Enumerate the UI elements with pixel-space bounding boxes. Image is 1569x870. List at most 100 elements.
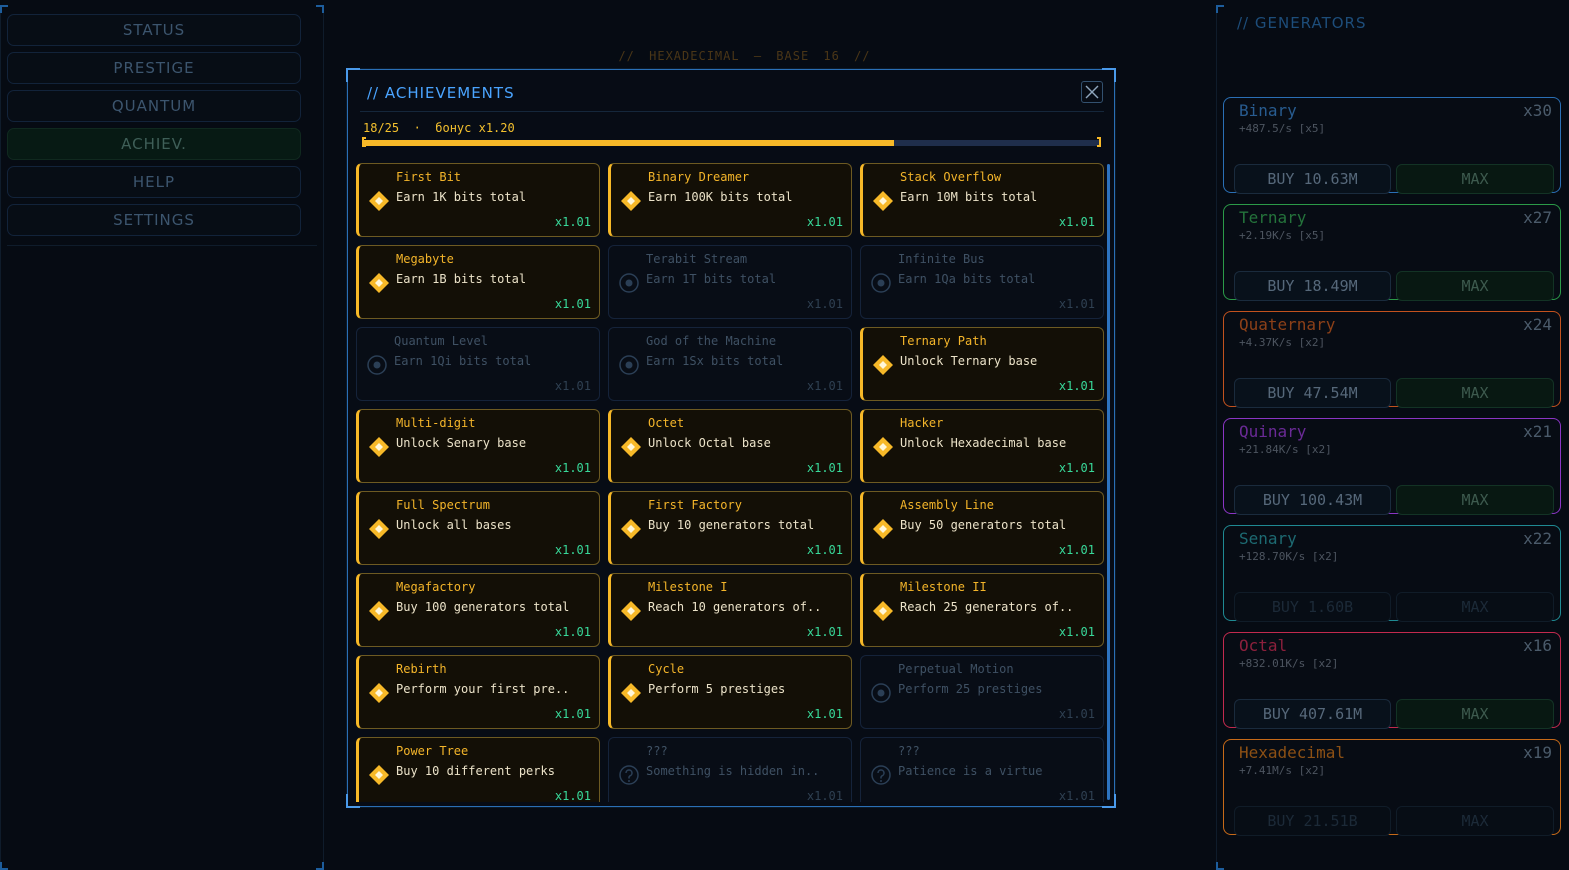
diamond-icon	[369, 437, 389, 457]
achievement-card[interactable]: Terabit Stream Earn 1T bits total x1.01	[608, 245, 852, 319]
achievement-description: Earn 1Qa bits total	[898, 272, 1036, 286]
achievement-card[interactable]: Stack Overflow Earn 10M bits total x1.01	[860, 163, 1104, 237]
achievement-card[interactable]: Megafactory Buy 100 generators total x1.01	[356, 573, 600, 647]
generator-card-ternary: Ternary x27 +2.19K/s [x5] BUY 18.49M MAX	[1223, 204, 1561, 301]
buy-button[interactable]: BUY 100.43M	[1234, 485, 1391, 515]
locked-circle-icon	[871, 273, 891, 293]
achievement-card[interactable]: Binary Dreamer Earn 100K bits total x1.01	[608, 163, 852, 237]
achievement-description: Earn 1K bits total	[396, 190, 527, 204]
achievement-card[interactable]: Infinite Bus Earn 1Qa bits total x1.01	[860, 245, 1104, 319]
diamond-icon	[873, 437, 893, 457]
achievement-description: Earn 1Qi bits total	[394, 354, 532, 368]
achievement-card[interactable]: ??? Patience is a virtue x1.01	[860, 737, 1104, 802]
achievements-grid[interactable]: First Bit Earn 1K bits total x1.01 Binary D…	[356, 163, 1111, 802]
achievement-card[interactable]: Rebirth Perform your first pre.. x1.01	[356, 655, 600, 729]
generator-card-binary: Binary x30 +487.5/s [x5] BUY 10.63M MAX	[1223, 97, 1561, 194]
achievement-multiplier: x1.01	[1058, 625, 1095, 639]
generator-name: Quinary	[1239, 422, 1307, 441]
achievement-card[interactable]: Power Tree Buy 10 different perks x1.01	[356, 737, 600, 802]
achievement-name: Rebirth	[396, 662, 447, 676]
nav-help-button[interactable]: HELP	[7, 166, 301, 198]
question-icon	[619, 765, 639, 785]
achievement-card[interactable]: Perpetual Motion Perform 25 prestiges x1.0…	[860, 655, 1104, 729]
buy-button[interactable]: BUY 21.51B	[1234, 806, 1391, 836]
diamond-icon	[369, 765, 389, 785]
diamond-icon	[369, 191, 389, 211]
achievement-description: Buy 50 generators total	[900, 518, 1067, 532]
achievement-card[interactable]: ??? Something is hidden in.. x1.01	[608, 737, 852, 802]
nav-achiev-button[interactable]: ACHIEV.	[7, 128, 301, 160]
diamond-icon	[873, 191, 893, 211]
achievement-multiplier: x1.01	[1058, 379, 1095, 393]
achievement-name: Megafactory	[396, 580, 476, 594]
diamond-icon	[621, 191, 641, 211]
close-button[interactable]	[1081, 81, 1103, 103]
achievement-card[interactable]: Full Spectrum Unlock all bases x1.01	[356, 491, 600, 565]
achievement-name: ???	[898, 744, 920, 758]
achievement-card[interactable]: Megabyte Earn 1B bits total x1.01	[356, 245, 600, 319]
achievement-name: Quantum Level	[394, 334, 488, 348]
achievement-description: Buy 10 generators total	[648, 518, 815, 532]
max-button[interactable]: MAX	[1396, 378, 1554, 408]
achievement-multiplier: x1.01	[806, 215, 843, 229]
close-icon	[1085, 85, 1099, 99]
max-button[interactable]: MAX	[1396, 164, 1554, 194]
achievement-description: Buy 100 generators total	[396, 600, 570, 614]
achievement-description: Earn 1Sx bits total	[646, 354, 784, 368]
diamond-icon	[369, 273, 389, 293]
diamond-icon	[621, 519, 641, 539]
achievement-name: God of the Machine	[646, 334, 777, 348]
achievement-multiplier: x1.01	[1058, 461, 1095, 475]
achievement-card[interactable]: Multi-digit Unlock Senary base x1.01	[356, 409, 600, 483]
achievement-multiplier: x1.01	[1058, 707, 1095, 721]
achievement-name: ???	[646, 744, 668, 758]
achievement-card[interactable]: Ternary Path Unlock Ternary base x1.01	[860, 327, 1104, 401]
max-button[interactable]: MAX	[1396, 806, 1554, 836]
max-button[interactable]: MAX	[1396, 271, 1554, 301]
generator-count: x27	[1523, 208, 1552, 227]
diamond-icon	[369, 683, 389, 703]
buy-button[interactable]: BUY 10.63M	[1234, 164, 1391, 194]
diamond-icon	[369, 601, 389, 621]
achievement-multiplier: x1.01	[554, 461, 591, 475]
buy-button[interactable]: BUY 1.60B	[1234, 592, 1391, 622]
achievement-card[interactable]: Quantum Level Earn 1Qi bits total x1.01	[356, 327, 600, 401]
achievement-name: Cycle	[648, 662, 685, 676]
achievement-card[interactable]: First Factory Buy 10 generators total x1.0…	[608, 491, 852, 565]
nav-settings-button[interactable]: SETTINGS	[7, 204, 301, 236]
nav-quantum-button[interactable]: QUANTUM	[7, 90, 301, 122]
progress-fill	[363, 140, 894, 146]
achievement-name: Binary Dreamer	[648, 170, 750, 184]
achievement-description: Something is hidden in..	[646, 764, 820, 778]
max-button[interactable]: MAX	[1396, 485, 1554, 515]
achievement-card[interactable]: God of the Machine Earn 1Sx bits total x1.…	[608, 327, 852, 401]
generator-card-hexadecimal: Hexadecimal x19 +7.41M/s [x2] BUY 21.51B MAX	[1223, 739, 1561, 836]
achievement-multiplier: x1.01	[554, 789, 591, 802]
achievement-card[interactable]: First Bit Earn 1K bits total x1.01	[356, 163, 600, 237]
achievement-description: Unlock all bases	[396, 518, 512, 532]
achievement-card[interactable]: Milestone I Reach 10 generators of.. x1.01	[608, 573, 852, 647]
achievement-multiplier: x1.01	[554, 543, 591, 557]
achievement-description: Reach 25 generators of..	[900, 600, 1074, 614]
generator-rate: +7.41M/s [x2]	[1239, 764, 1326, 777]
achievement-name: Terabit Stream	[646, 252, 748, 266]
achievement-description: Earn 100K bits total	[648, 190, 793, 204]
max-button[interactable]: MAX	[1396, 699, 1554, 729]
achievement-card[interactable]: Hacker Unlock Hexadecimal base x1.01	[860, 409, 1104, 483]
achievement-name: Multi-digit	[396, 416, 476, 430]
achievement-card[interactable]: Assembly Line Buy 50 generators total x1.0…	[860, 491, 1104, 565]
generator-name: Hexadecimal	[1239, 743, 1345, 762]
achievement-card[interactable]: Octet Unlock Octal base x1.01	[608, 409, 852, 483]
max-button[interactable]: MAX	[1396, 592, 1554, 622]
achievement-card[interactable]: Cycle Perform 5 prestiges x1.01	[608, 655, 852, 729]
locked-circle-icon	[619, 355, 639, 375]
buy-button[interactable]: BUY 18.49M	[1234, 271, 1391, 301]
frame-corner	[316, 862, 324, 870]
nav-status-button[interactable]: STATUS	[7, 14, 301, 46]
achievements-scrollbar[interactable]	[1107, 164, 1110, 800]
buy-button[interactable]: BUY 407.61M	[1234, 699, 1391, 729]
achievement-multiplier: x1.01	[554, 297, 591, 311]
achievement-card[interactable]: Milestone II Reach 25 generators of.. x1.0…	[860, 573, 1104, 647]
buy-button[interactable]: BUY 47.54M	[1234, 378, 1391, 408]
achievement-description: Perform 5 prestiges	[648, 682, 786, 696]
